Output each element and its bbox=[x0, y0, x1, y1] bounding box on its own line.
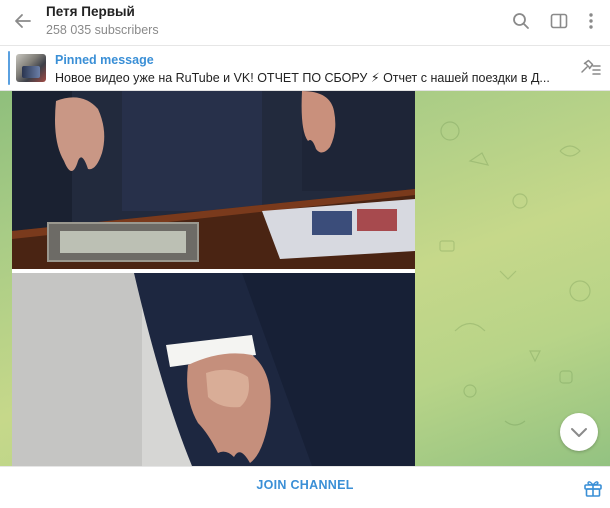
subscriber-count: 258 035 subscribers bbox=[46, 23, 159, 37]
channel-title[interactable]: Петя Первый bbox=[46, 4, 135, 19]
search-icon[interactable] bbox=[510, 10, 532, 32]
chevron-down-icon bbox=[571, 428, 587, 437]
pinned-label: Pinned message bbox=[55, 53, 154, 67]
pinned-text: Новое видео уже на RuTube и VK! ОТЧЕТ ПО… bbox=[55, 71, 550, 85]
scroll-down-button[interactable] bbox=[560, 413, 598, 451]
pinned-thumbnail bbox=[16, 54, 46, 82]
join-channel-button[interactable]: JOIN CHANNEL bbox=[230, 478, 380, 498]
more-vertical-icon[interactable] bbox=[580, 10, 602, 32]
pinned-message-bar[interactable]: Pinned message Новое видео уже на RuTube… bbox=[0, 46, 610, 91]
pin-list-icon[interactable] bbox=[578, 58, 602, 78]
back-arrow-icon[interactable] bbox=[12, 10, 34, 32]
photo-hand-close[interactable] bbox=[12, 273, 415, 466]
pinned-accent-line bbox=[8, 51, 10, 85]
gift-icon[interactable] bbox=[582, 477, 604, 499]
bottom-bar: JOIN CHANNEL bbox=[0, 466, 610, 508]
sidebar-toggle-icon[interactable] bbox=[548, 10, 570, 32]
chat-header: Петя Первый 258 035 subscribers bbox=[0, 0, 610, 46]
photo-hand-desk[interactable] bbox=[12, 91, 415, 269]
chat-area[interactable] bbox=[0, 91, 610, 466]
